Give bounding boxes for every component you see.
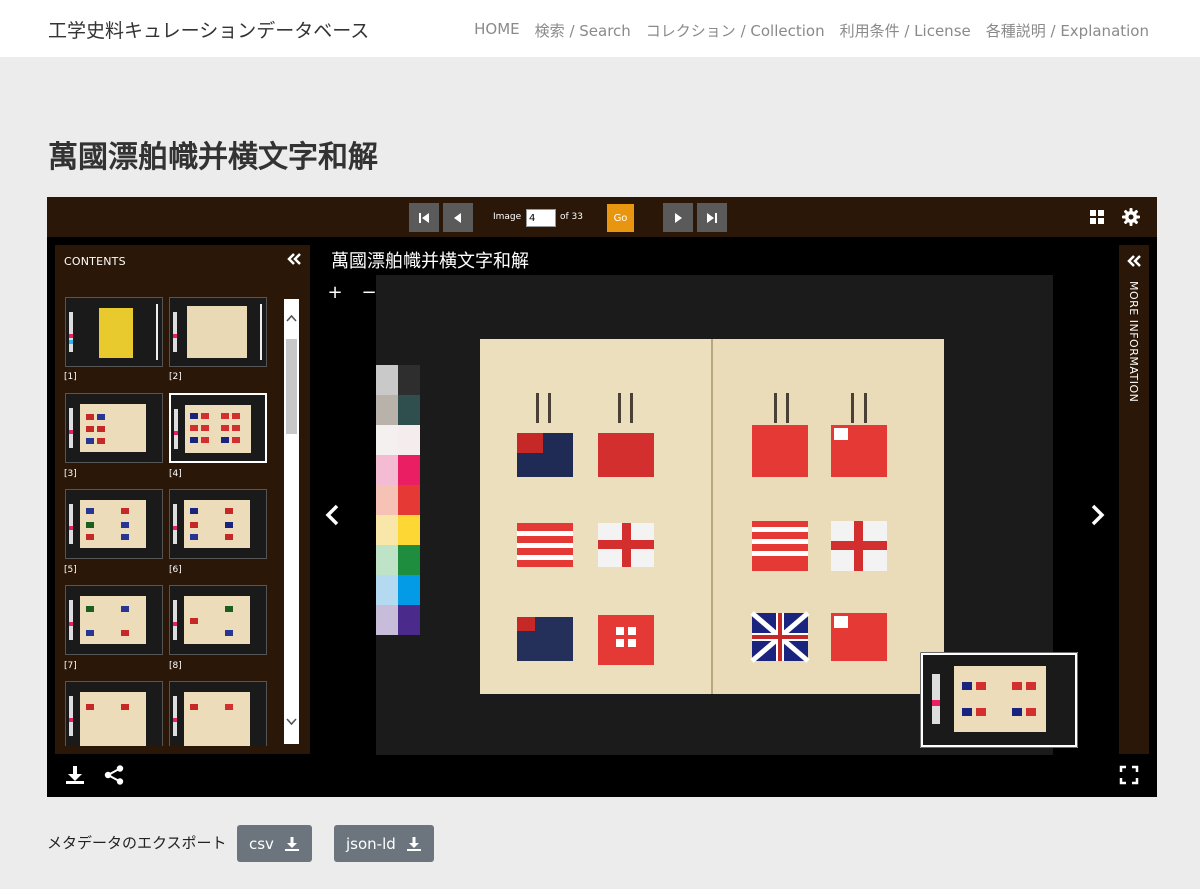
csv-label: csv bbox=[249, 834, 274, 853]
viewer-toolbar: Image of 33 Go bbox=[47, 197, 1157, 237]
thumbnail-5[interactable] bbox=[65, 489, 163, 559]
site-title[interactable]: 工学史料キュレーションデータベース bbox=[48, 16, 369, 43]
contents-title: CONTENTS bbox=[64, 255, 126, 268]
nav-home[interactable]: HOME bbox=[474, 20, 520, 41]
export-json-ld-button[interactable]: json-ld bbox=[334, 825, 434, 862]
download-icon[interactable] bbox=[64, 764, 86, 786]
top-navbar: 工学史料キュレーションデータベース HOME 検索 / Search コレクショ… bbox=[0, 0, 1200, 57]
nav-license[interactable]: 利用条件 / License bbox=[840, 20, 971, 41]
flag-page-image bbox=[170, 490, 266, 558]
triangle-right-icon bbox=[675, 212, 682, 223]
skip-first-icon bbox=[419, 212, 429, 223]
thumbnail-label: [5] bbox=[64, 565, 77, 575]
flag-page-image bbox=[66, 394, 162, 462]
contents-panel: CONTENTS [1] [2] [3] [4] [5] [6] [7] [8] bbox=[55, 245, 310, 754]
scrollbar-thumb[interactable] bbox=[286, 339, 297, 434]
thumbnail-2[interactable] bbox=[169, 297, 267, 367]
chevron-up-icon[interactable] bbox=[286, 313, 297, 323]
main-nav: HOME 検索 / Search コレクション / Collection 利用条… bbox=[474, 20, 1149, 41]
zoom-in-button[interactable]: + bbox=[322, 279, 348, 305]
flag-page-image bbox=[66, 490, 162, 558]
export-csv-button[interactable]: csv bbox=[237, 825, 312, 862]
thumbnail-1[interactable] bbox=[65, 297, 163, 367]
page-title: 萬國漂舶幟并横文字和解 bbox=[48, 140, 378, 175]
chevron-right-icon[interactable] bbox=[1087, 503, 1107, 527]
thumbnail-9[interactable] bbox=[65, 681, 163, 746]
thumbnail-label: [1] bbox=[64, 372, 77, 382]
image-viewer: Image of 33 Go CONTENTS bbox=[47, 197, 1157, 797]
previous-image-button[interactable] bbox=[443, 203, 473, 232]
thumbnail-4-active[interactable] bbox=[169, 393, 267, 463]
thumbnail-list: [1] [2] [3] [4] [5] [6] [7] [8] bbox=[55, 297, 285, 746]
last-image-button[interactable] bbox=[697, 203, 727, 232]
book-cover-image bbox=[66, 298, 162, 366]
thumbnail-label: [7] bbox=[64, 661, 77, 671]
first-image-button[interactable] bbox=[409, 203, 439, 232]
expand-left-icon[interactable] bbox=[1126, 253, 1142, 269]
canvas-title: 萬國漂舶幟并横文字和解 bbox=[331, 251, 529, 272]
color-chart bbox=[376, 365, 420, 635]
image-number-input[interactable] bbox=[526, 209, 556, 227]
chevron-down-icon[interactable] bbox=[286, 717, 297, 727]
next-image-button[interactable] bbox=[663, 203, 693, 232]
navigator-minimap[interactable] bbox=[920, 652, 1078, 748]
gear-icon[interactable] bbox=[1121, 207, 1141, 227]
thumbnail-label: [6] bbox=[169, 565, 182, 575]
share-icon[interactable] bbox=[103, 764, 125, 786]
flag-page-image bbox=[66, 682, 162, 746]
collapse-left-icon[interactable] bbox=[286, 251, 302, 267]
image-total: of 33 bbox=[560, 212, 583, 222]
flag-page-image bbox=[171, 395, 265, 461]
download-icon bbox=[284, 836, 299, 851]
book-page-image bbox=[170, 298, 266, 366]
chevron-left-icon[interactable] bbox=[323, 503, 343, 527]
more-information-label[interactable]: MORE INFORMATION bbox=[1127, 281, 1140, 402]
triangle-left-icon bbox=[454, 212, 461, 223]
nav-collection[interactable]: コレクション / Collection bbox=[646, 20, 825, 41]
metadata-export-label: メタデータのエクスポート bbox=[47, 834, 227, 852]
thumbnail-6[interactable] bbox=[169, 489, 267, 559]
go-button[interactable]: Go bbox=[607, 204, 634, 232]
nav-search[interactable]: 検索 / Search bbox=[535, 20, 631, 41]
thumbnail-8[interactable] bbox=[169, 585, 267, 655]
flag-page-image bbox=[170, 586, 266, 654]
thumbnail-label: [8] bbox=[169, 661, 182, 671]
thumbnail-label: [2] bbox=[169, 372, 182, 382]
grid-view-icon[interactable] bbox=[1087, 207, 1107, 227]
json-ld-label: json-ld bbox=[346, 834, 396, 853]
thumbnail-3[interactable] bbox=[65, 393, 163, 463]
thumbnail-label: [4] bbox=[169, 469, 182, 479]
skip-last-icon bbox=[707, 212, 717, 223]
flag-page-image bbox=[170, 682, 266, 746]
flag-page-image bbox=[66, 586, 162, 654]
thumbnail-label: [3] bbox=[64, 469, 77, 479]
more-information-panel[interactable]: MORE INFORMATION bbox=[1119, 245, 1149, 754]
nav-explanation[interactable]: 各種説明 / Explanation bbox=[986, 20, 1149, 41]
thumbnail-scrollbar[interactable] bbox=[284, 299, 299, 744]
fullscreen-icon[interactable] bbox=[1118, 764, 1140, 786]
download-icon bbox=[406, 836, 421, 851]
image-label: Image bbox=[493, 212, 522, 222]
thumbnail-7[interactable] bbox=[65, 585, 163, 655]
thumbnail-10[interactable] bbox=[169, 681, 267, 746]
